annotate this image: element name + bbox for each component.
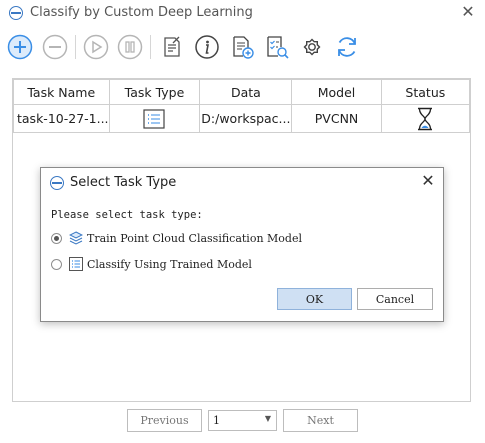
remove-task-icon xyxy=(42,34,68,60)
add-task-button[interactable] xyxy=(6,33,34,61)
option-classify[interactable]: Classify Using Trained Model xyxy=(51,255,252,273)
column-header-task-name[interactable]: Task Name xyxy=(13,79,110,105)
toolbar-separator xyxy=(150,35,151,59)
page-select-value: 1 xyxy=(213,414,220,427)
pause-icon xyxy=(117,34,143,60)
layers-icon xyxy=(69,231,83,245)
data-cell: D:/workspac... xyxy=(199,104,293,133)
ok-button[interactable]: OK xyxy=(277,288,352,310)
task-name-cell: task-10-27-1... xyxy=(13,104,110,133)
window-title: Classify by Custom Deep Learning xyxy=(30,5,253,20)
start-button[interactable] xyxy=(82,33,110,61)
settings-icon xyxy=(303,38,321,56)
option-label: Classify Using Trained Model xyxy=(87,257,252,271)
option-train-model[interactable]: Train Point Cloud Classification Model xyxy=(51,229,302,247)
table-header-row: Task Name Task Type Data Model Status xyxy=(13,79,471,105)
task-table: Task Name Task Type Data Model Status ta… xyxy=(13,79,471,133)
page-select[interactable]: 1 ▼ xyxy=(208,410,277,431)
import-button[interactable] xyxy=(228,33,256,61)
toolbar-separator xyxy=(75,35,76,59)
status-cell xyxy=(380,104,471,133)
chevron-down-icon: ▼ xyxy=(264,414,271,423)
list-icon xyxy=(143,108,166,129)
option-label: Train Point Cloud Classification Model xyxy=(87,231,302,245)
previous-page-button[interactable]: Previous xyxy=(127,409,202,432)
dialog-close-button[interactable]: ✕ xyxy=(419,172,437,190)
dialog-title: Select Task Type xyxy=(70,175,177,190)
dialog-prompt: Please select task type: xyxy=(51,209,203,221)
cancel-button[interactable]: Cancel xyxy=(357,288,433,310)
app-logo-icon xyxy=(50,176,64,190)
info-icon xyxy=(195,35,219,59)
remove-task-button[interactable] xyxy=(41,33,69,61)
refresh-button[interactable] xyxy=(333,33,361,61)
next-page-button[interactable]: Next xyxy=(283,409,358,432)
title-bar: Classify by Custom Deep Learning ✕ xyxy=(0,0,485,28)
column-header-task-type[interactable]: Task Type xyxy=(108,79,201,105)
window-close-button[interactable]: ✕ xyxy=(459,3,477,21)
toolbar xyxy=(0,30,485,66)
info-button[interactable] xyxy=(193,33,221,61)
task-type-cell xyxy=(108,104,201,133)
column-header-data[interactable]: Data xyxy=(199,79,293,105)
radio-train-model[interactable] xyxy=(51,232,62,244)
task-list-search-icon xyxy=(267,36,289,59)
hourglass-icon xyxy=(418,107,433,130)
list-icon xyxy=(69,257,83,271)
settings-button[interactable] xyxy=(298,33,326,61)
column-header-status[interactable]: Status xyxy=(380,79,471,105)
task-list-search-button[interactable] xyxy=(263,33,291,61)
add-task-icon xyxy=(7,34,33,60)
app-logo-icon xyxy=(9,6,23,20)
log-icon xyxy=(164,36,180,57)
column-header-model[interactable]: Model xyxy=(291,79,382,105)
model-cell: PVCNN xyxy=(291,104,382,133)
refresh-icon xyxy=(338,37,356,57)
start-icon xyxy=(83,34,109,60)
import-icon xyxy=(233,36,254,59)
radio-classify[interactable] xyxy=(51,258,62,270)
log-button[interactable] xyxy=(158,33,186,61)
pause-button[interactable] xyxy=(116,33,144,61)
select-task-type-dialog: Select Task Type ✕ Please select task ty… xyxy=(40,167,444,322)
table-row[interactable]: task-10-27-1... D:/workspac... PVCNN xyxy=(13,104,471,133)
